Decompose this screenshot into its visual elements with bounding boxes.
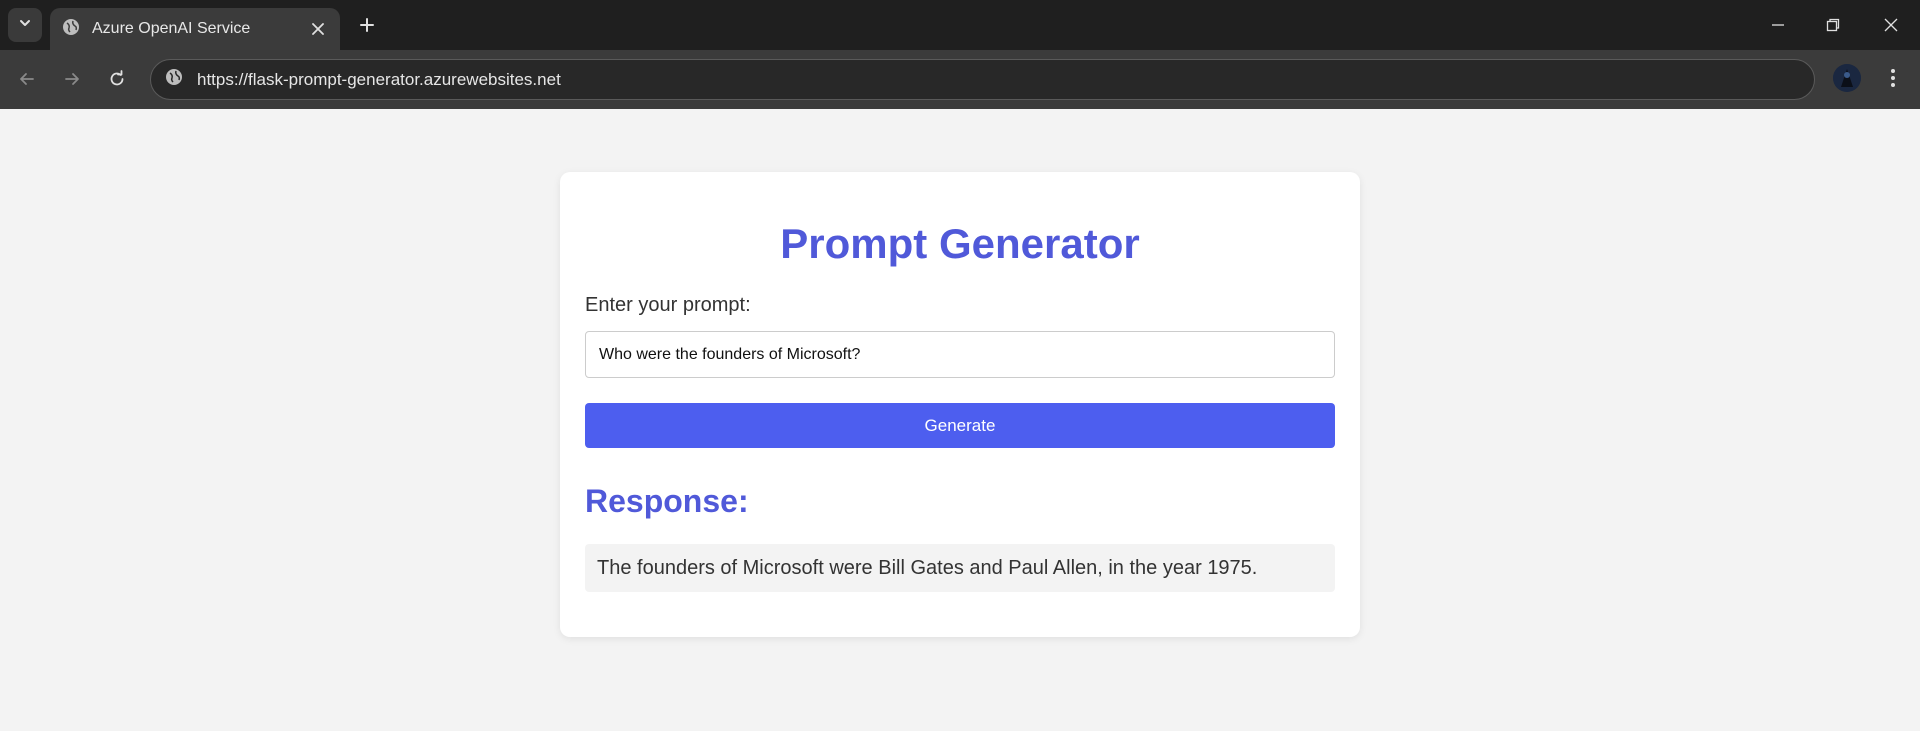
browser-titlebar: Azure OpenAI Service	[0, 0, 1920, 50]
back-button[interactable]	[10, 62, 44, 96]
close-icon	[312, 22, 324, 35]
chevron-down-icon	[18, 16, 32, 35]
tab-title: Azure OpenAI Service	[92, 20, 251, 37]
browser-toolbar: https://flask-prompt-generator.azurewebs…	[0, 50, 1920, 109]
generate-button[interactable]: Generate	[585, 403, 1335, 448]
arrow-right-icon	[65, 73, 79, 85]
page-title: Prompt Generator	[780, 220, 1140, 267]
response-text: The founders of Microsoft were Bill Gate…	[597, 556, 1258, 579]
minimize-button[interactable]	[1758, 8, 1798, 42]
minimize-icon	[1772, 24, 1784, 26]
reload-button[interactable]	[100, 62, 134, 96]
globe-icon[interactable]	[165, 68, 183, 91]
new-tab-button[interactable]	[352, 10, 382, 40]
browser-menu-button[interactable]	[1878, 62, 1908, 94]
close-icon	[1884, 18, 1898, 32]
response-box: The founders of Microsoft were Bill Gate…	[585, 544, 1335, 592]
url-text: https://flask-prompt-generator.azurewebs…	[197, 69, 561, 89]
browser-tab-active[interactable]: Azure OpenAI Service	[50, 8, 340, 50]
restore-icon	[1826, 18, 1840, 32]
tab-search-button[interactable]	[8, 8, 42, 42]
forward-button[interactable]	[55, 62, 89, 96]
tab-close-button[interactable]	[308, 19, 328, 40]
globe-icon	[62, 18, 80, 41]
address-bar[interactable]: https://flask-prompt-generator.azurewebs…	[150, 59, 1815, 100]
response-heading: Response:	[585, 483, 749, 519]
arrow-left-icon	[20, 73, 34, 85]
close-window-button[interactable]	[1871, 8, 1911, 42]
reload-icon	[110, 70, 124, 86]
prompt-input[interactable]	[585, 331, 1335, 378]
profile-avatar[interactable]	[1833, 64, 1861, 92]
plus-icon	[360, 18, 374, 32]
more-vertical-icon	[1891, 69, 1895, 87]
prompt-card: Prompt Generator Enter your prompt: Gene…	[560, 172, 1360, 637]
restore-button[interactable]	[1813, 8, 1853, 42]
prompt-label: Enter your prompt:	[585, 294, 751, 316]
